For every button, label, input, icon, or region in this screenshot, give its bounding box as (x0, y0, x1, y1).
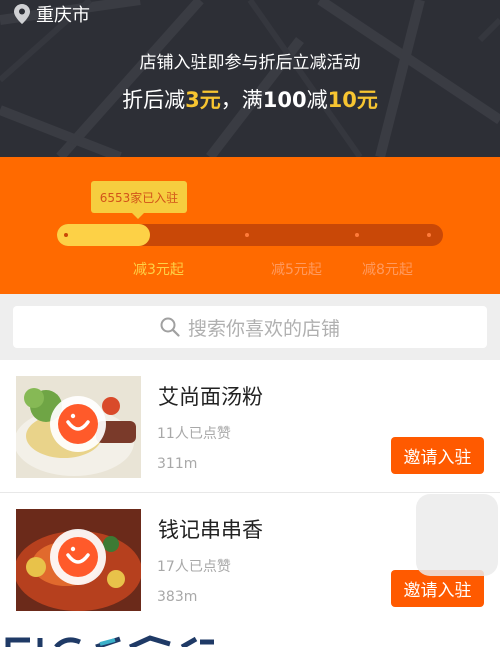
joined-count-badge: 6553家已入驻 (91, 181, 187, 219)
city-name: 重庆市 (36, 5, 90, 26)
promo-line-2: 折后减3元，满100减10元 (122, 88, 378, 112)
promo-header: 重庆市 店铺入驻即参与折后立减活动 折后减3元，满100减10元 (0, 0, 500, 157)
store-likes: 11人已点赞 (157, 426, 231, 442)
search-placeholder: 搜索你喜欢的店铺 (187, 317, 340, 340)
store-name: 艾尚面汤粉 (158, 385, 263, 409)
progress-track (57, 224, 443, 246)
store-distance: 383m (157, 589, 198, 605)
invite-button[interactable]: 邀请入驻 (391, 437, 484, 474)
location-pin-icon (14, 4, 30, 24)
store-thumbnail (16, 509, 141, 611)
store-name: 钱记串串香 (158, 518, 263, 542)
progress-dot (427, 233, 431, 237)
store-row[interactable]: 艾尚面汤粉 11人已点赞 311m 邀请入驻 (0, 360, 500, 492)
tick-label: 减5元起 (271, 262, 322, 278)
promo-line-1: 店铺入驻即参与折后立减活动 (139, 53, 361, 73)
tick-label: 减3元起 (133, 262, 184, 278)
store-thumbnail (16, 376, 141, 478)
search-input[interactable]: 搜索你喜欢的店铺 (13, 306, 487, 348)
progress-dot (64, 233, 68, 237)
progress-dot (245, 233, 249, 237)
tick-label: 减8元起 (362, 262, 413, 278)
progress-dot (355, 233, 359, 237)
floating-overlay[interactable] (416, 494, 498, 576)
search-icon (160, 317, 180, 337)
bottom-banner-edge (0, 630, 500, 647)
store-likes: 17人已点赞 (157, 559, 231, 575)
location-selector[interactable]: 重庆市 (14, 2, 90, 26)
progress-fill (57, 224, 150, 246)
store-distance: 311m (157, 456, 198, 472)
